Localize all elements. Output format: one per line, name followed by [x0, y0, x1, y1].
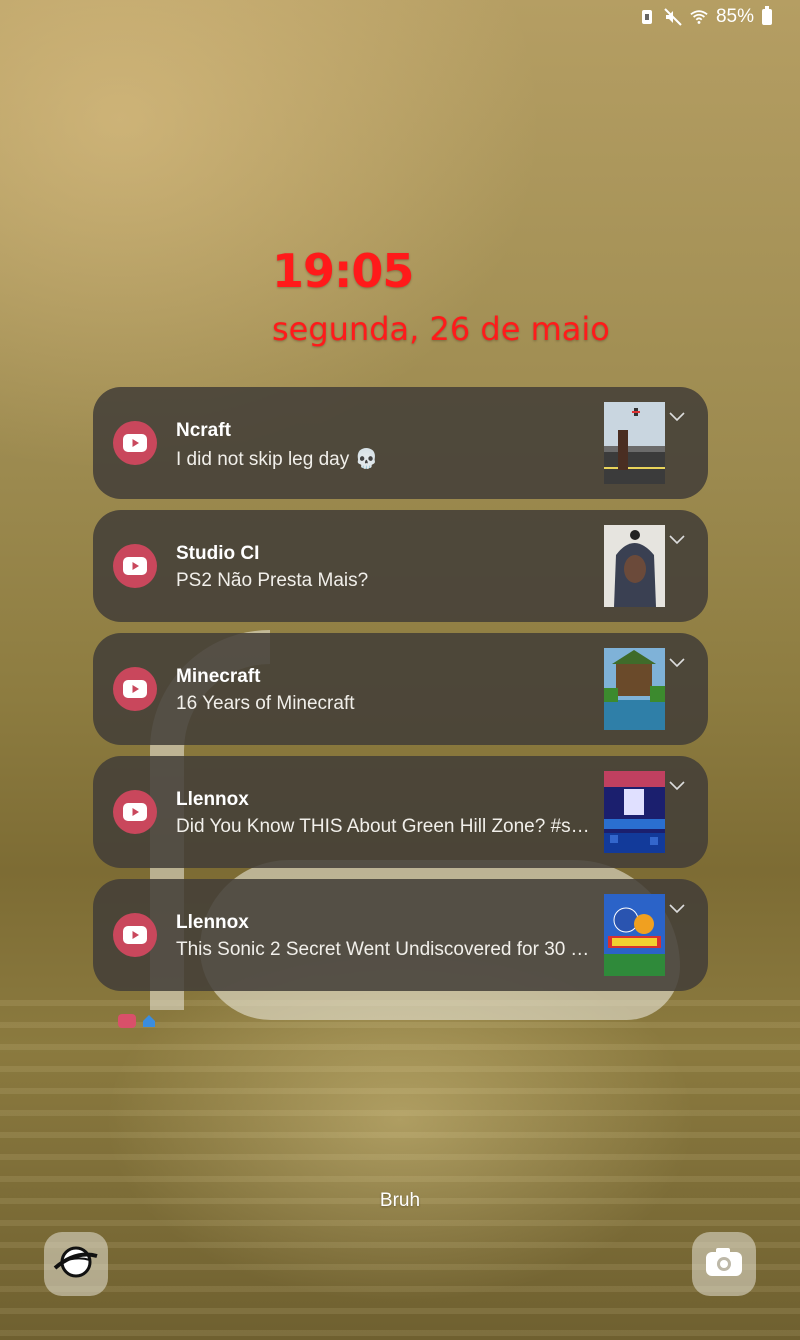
- notification-card[interactable]: Ncraft I did not skip leg day 💀: [93, 387, 708, 499]
- notification-list: Ncraft I did not skip leg day 💀 Studio C…: [93, 387, 708, 1002]
- expand-chevron-icon[interactable]: [669, 655, 689, 671]
- camera-icon: [704, 1246, 744, 1283]
- expand-chevron-icon[interactable]: [669, 778, 689, 794]
- thumbnail-sonic-2: [604, 894, 665, 976]
- lockscreen-clock[interactable]: 19:05: [272, 244, 414, 298]
- mute-icon: [664, 8, 682, 26]
- expand-chevron-icon[interactable]: [669, 532, 689, 548]
- wifi-icon: [690, 8, 708, 26]
- notification-card[interactable]: Llennox Did You Know THIS About Green Hi…: [93, 756, 708, 868]
- thumbnail-minecraft: [604, 648, 665, 730]
- notification-text: Did You Know THIS About Green Hill Zone?…: [176, 816, 596, 837]
- notification-icon-strip[interactable]: [118, 1014, 156, 1028]
- notification-card[interactable]: Studio CI PS2 Não Presta Mais?: [93, 510, 708, 622]
- wallpaper-water: [0, 1000, 800, 1340]
- notification-title: Studio CI: [176, 543, 260, 564]
- camera-shortcut[interactable]: [692, 1232, 756, 1296]
- notification-card[interactable]: Minecraft 16 Years of Minecraft: [93, 633, 708, 745]
- expand-chevron-icon[interactable]: [669, 901, 689, 917]
- notification-text: This Sonic 2 Secret Went Undiscovered fo…: [176, 939, 596, 960]
- youtube-icon: [113, 913, 157, 957]
- status-bar: 85%: [638, 4, 772, 30]
- thumbnail-green-hill: [604, 771, 665, 853]
- battery-icon: [762, 6, 772, 25]
- home-mini-icon: [142, 1014, 156, 1028]
- internet-browser-shortcut[interactable]: [44, 1232, 108, 1296]
- thumbnail-studio-ci: [604, 525, 665, 607]
- notification-text: I did not skip leg day 💀: [176, 449, 379, 470]
- youtube-icon: [113, 790, 157, 834]
- notification-text: 16 Years of Minecraft: [176, 693, 355, 714]
- notification-text: PS2 Não Presta Mais?: [176, 570, 369, 591]
- thumbnail-ncraft: [604, 402, 665, 484]
- lockscreen-date: segunda, 26 de maio: [272, 310, 610, 348]
- owner-info-text: Bruh: [379, 1190, 421, 1211]
- notification-title: Llennox: [176, 789, 249, 810]
- youtube-icon: [113, 421, 157, 465]
- notification-card[interactable]: Llennox This Sonic 2 Secret Went Undisco…: [93, 879, 708, 991]
- internet-browser-icon: [53, 1242, 99, 1287]
- notification-title: Minecraft: [176, 666, 261, 687]
- data-saver-icon: [638, 8, 656, 26]
- youtube-icon: [113, 667, 157, 711]
- youtube-mini-icon: [118, 1014, 136, 1028]
- youtube-icon: [113, 544, 157, 588]
- battery-percent: 85%: [715, 6, 754, 27]
- expand-chevron-icon[interactable]: [669, 409, 689, 425]
- notification-title: Ncraft: [176, 420, 231, 441]
- notification-title: Llennox: [176, 912, 249, 933]
